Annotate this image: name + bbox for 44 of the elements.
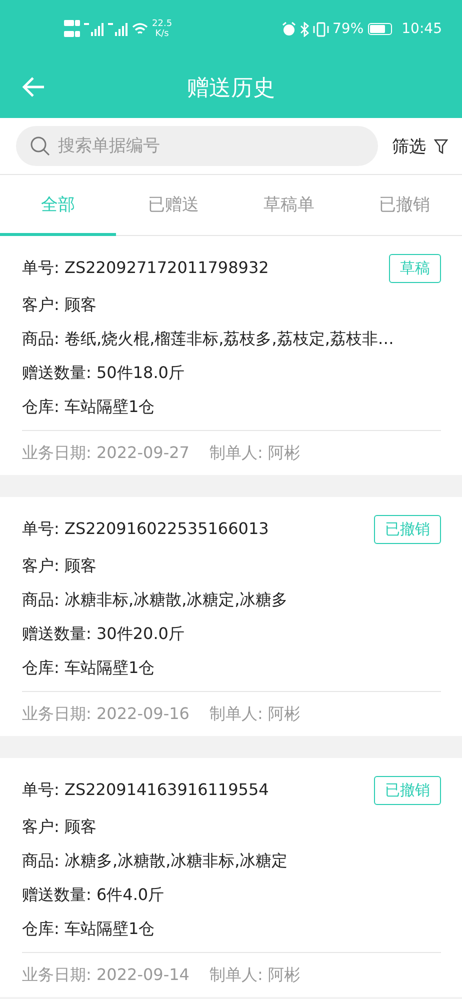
- order-number: 单号: ZS220914163916119554: [22, 780, 269, 800]
- network-speed: 22.5: [152, 19, 172, 29]
- quantity-text: 赠送数量: 6件4.0斤: [22, 884, 164, 906]
- customer-text: 客户: 顾客: [22, 294, 96, 316]
- order-number: 单号: ZS220916022535166013: [22, 518, 269, 540]
- warehouse-text: 仓库: 车站隔壁1仓: [22, 396, 155, 418]
- alarm-icon: [282, 22, 296, 36]
- tab[interactable]: 已赠送: [116, 175, 231, 236]
- vibrate-icon: [312, 22, 329, 36]
- quantity-text: 赠送数量: 50件18.0斤: [22, 362, 184, 384]
- goods-text: 商品: 卷纸,烧火棍,榴莲非标,荔枝多,荔枝定,荔枝非…: [22, 328, 394, 350]
- clock: 10:45: [402, 21, 442, 37]
- page-title: 赠送历史: [187, 75, 275, 103]
- status-tag: 已撤销: [374, 514, 441, 544]
- battery-percent: 79%: [332, 21, 364, 37]
- date-text: 业务日期: 2022-09-27: [22, 442, 190, 464]
- filter-icon: [434, 138, 448, 154]
- status-tag: 已撤销: [374, 776, 441, 804]
- tab[interactable]: 草稿单: [231, 175, 346, 236]
- creator-text: 制单人: 阿彬: [209, 964, 300, 986]
- date-text: 业务日期: 2022-09-16: [22, 704, 190, 724]
- speed-unit: K/s: [155, 29, 169, 39]
- search-field[interactable]: 搜索单据编号: [16, 126, 378, 166]
- wifi-icon: [132, 23, 148, 35]
- battery-icon: [368, 23, 392, 35]
- signal-icon: [84, 22, 104, 36]
- warehouse-text: 仓库: 车站隔壁1仓: [22, 918, 155, 940]
- customer-text: 客户: 顾客: [22, 816, 96, 838]
- creator-text: 制单人: 阿彬: [209, 442, 300, 464]
- date-text: 业务日期: 2022-09-14: [22, 964, 190, 986]
- warehouse-text: 仓库: 车站隔壁1仓: [22, 658, 155, 678]
- goods-text: 商品: 冰糖非标,冰糖散,冰糖定,冰糖多: [22, 590, 288, 610]
- tab[interactable]: 已撤销: [346, 175, 462, 236]
- goods-text: 商品: 冰糖多,冰糖散,冰糖非标,冰糖定: [22, 850, 288, 872]
- sim-icon: [64, 19, 80, 39]
- filter-button[interactable]: 筛选: [392, 134, 448, 158]
- signal-icon: [108, 22, 128, 36]
- creator-text: 制单人: 阿彬: [209, 704, 300, 724]
- quantity-text: 赠送数量: 30件20.0斤: [22, 624, 184, 644]
- bluetooth-icon: [300, 22, 309, 36]
- back-arrow-icon: [22, 76, 46, 98]
- customer-text: 客户: 顾客: [22, 556, 96, 576]
- order-number: 单号: ZS220927172011798932: [22, 258, 269, 278]
- status-tag: 草稿: [389, 254, 441, 282]
